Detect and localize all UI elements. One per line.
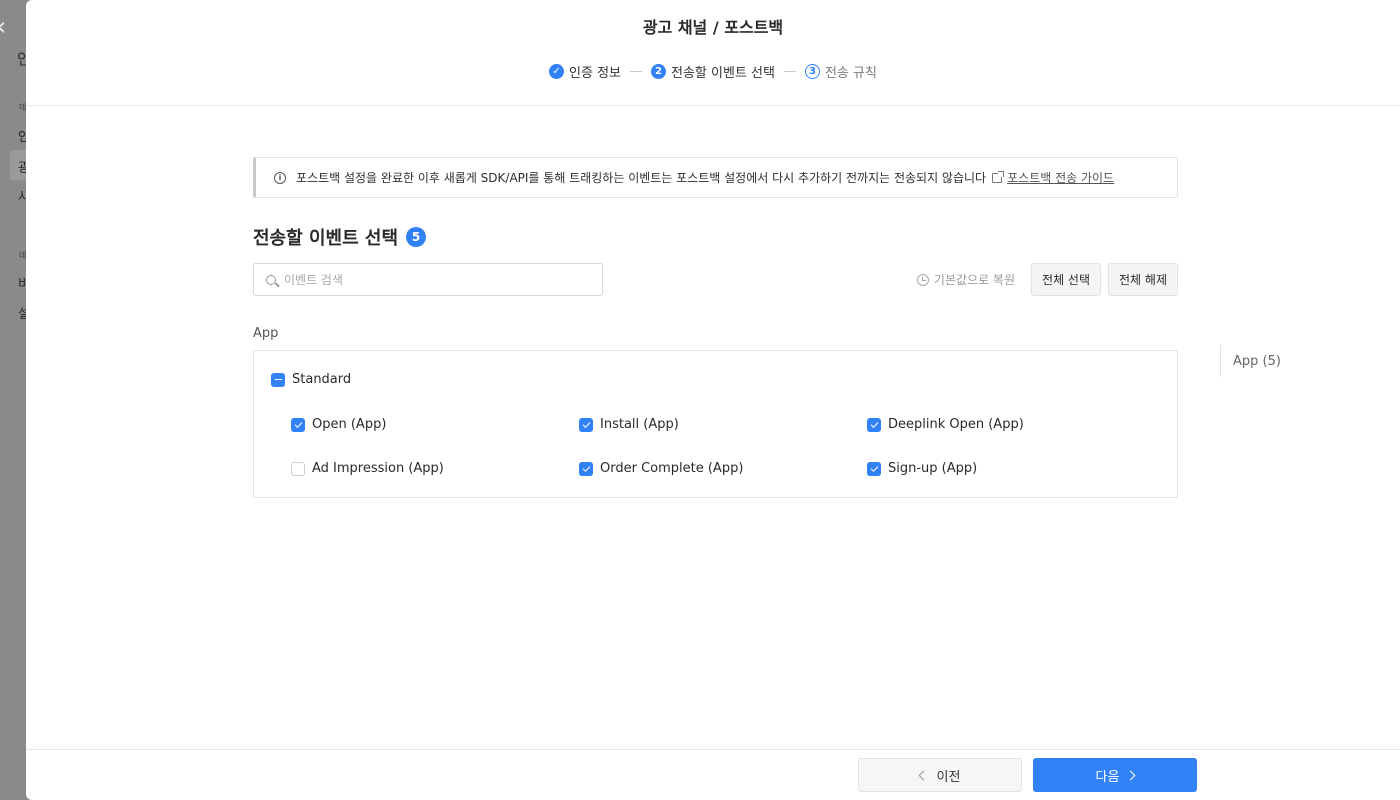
side-nav-label: App (5)	[1233, 353, 1281, 369]
event-label: Sign-up (App)	[888, 461, 978, 476]
drawer-footer: 이전 다음	[26, 749, 1400, 800]
restore-label: 기본값으로 복원	[933, 273, 1016, 287]
previous-label: 이전	[936, 769, 961, 785]
event-option[interactable]: Ad Impression (App)	[291, 461, 444, 476]
checkbox-checked[interactable]	[867, 417, 881, 432]
event-label: Open (App)	[312, 417, 387, 432]
guide-link-label: 포스트백 전송 가이드	[1007, 171, 1115, 185]
checkbox-checked[interactable]	[867, 461, 881, 476]
step-label: 전송 규칙	[824, 66, 877, 81]
step-auth-info[interactable]: ✓ 인증 정보	[549, 62, 621, 81]
stepper: ✓ 인증 정보 2 전송할 이벤트 선택 3 전송 규칙	[26, 62, 1400, 81]
deselect-all-button[interactable]: 전체 해제	[1108, 263, 1178, 296]
back-chevron-icon: ‹	[0, 14, 6, 40]
event-toolbar: 기본값으로 복원 전체 선택 전체 해제	[253, 263, 1178, 296]
event-label: Install (App)	[600, 417, 679, 432]
selected-count-badge: 5	[406, 227, 427, 247]
indeterminate-checkbox[interactable]	[271, 372, 285, 387]
checkbox-unchecked[interactable]	[291, 461, 305, 476]
drawer-title: 광고 채널 / 포스트백	[642, 18, 784, 37]
checkbox-checked[interactable]	[579, 461, 593, 476]
search-box[interactable]	[253, 263, 603, 296]
drawer-header: 광고 채널 / 포스트백 ✓ 인증 정보 2 전송할 이벤트 선택 3 전송 규…	[26, 0, 1400, 106]
step-number-icon: 3	[804, 64, 820, 79]
step-label: 전송할 이벤트 선택	[671, 66, 775, 81]
checkbox-checked[interactable]	[579, 417, 593, 432]
check-circle-icon: ✓	[549, 64, 565, 79]
category-label: Standard	[292, 372, 352, 387]
event-label: Order Complete (App)	[600, 461, 744, 476]
postback-guide-link[interactable]: 포스트백 전송 가이드	[992, 169, 1114, 186]
side-nav-app[interactable]: App (5)	[1220, 345, 1281, 377]
event-option[interactable]: Install (App)	[579, 417, 679, 432]
select-all-button[interactable]: 전체 선택	[1031, 263, 1102, 296]
notice-text: 포스트백 설정을 완료한 이후 새롭게 SDK/API를 통해 트래킹하는 이벤…	[296, 171, 987, 185]
search-icon	[266, 274, 276, 285]
chevron-right-icon	[1126, 770, 1136, 780]
previous-button[interactable]: 이전	[858, 758, 1022, 792]
step-label: 인증 정보	[569, 66, 622, 81]
section-header: 전송할 이벤트 선택 5	[253, 224, 1178, 250]
category-standard[interactable]: Standard	[271, 372, 351, 387]
next-label: 다음	[1095, 769, 1120, 785]
external-link-icon	[992, 170, 1005, 183]
toolbar-actions: 기본값으로 복원 전체 선택 전체 해제	[916, 263, 1178, 296]
event-option[interactable]: Deeplink Open (App)	[867, 417, 1024, 432]
event-option[interactable]: Order Complete (App)	[579, 461, 743, 476]
main-content: i 포스트백 설정을 완료한 이후 새롭게 SDK/API를 통해 트래킹하는 …	[253, 157, 1178, 498]
group-label: App	[253, 326, 279, 341]
step-transfer-rules[interactable]: 3 전송 규칙	[804, 62, 877, 81]
section-title: 전송할 이벤트 선택	[253, 228, 399, 249]
event-group-box: Standard Open (App) Install (App) Deepli…	[253, 350, 1178, 498]
event-option[interactable]: Open (App)	[291, 417, 386, 432]
info-icon: i	[274, 171, 286, 184]
step-select-events[interactable]: 2 전송할 이벤트 선택	[651, 62, 775, 81]
next-button[interactable]: 다음	[1033, 758, 1197, 792]
notice-banner: i 포스트백 설정을 완료한 이후 새롭게 SDK/API를 통해 트래킹하는 …	[253, 157, 1178, 198]
event-search-input[interactable]	[284, 272, 584, 287]
event-label: Deeplink Open (App)	[888, 417, 1024, 432]
restore-defaults-button[interactable]: 기본값으로 복원	[916, 271, 1016, 288]
event-label: Ad Impression (App)	[312, 461, 444, 476]
chevron-left-icon	[918, 770, 928, 780]
event-option[interactable]: Sign-up (App)	[867, 461, 977, 476]
step-divider	[630, 71, 643, 72]
checkbox-checked[interactable]	[291, 417, 305, 432]
step-divider	[783, 71, 796, 72]
step-number-icon: 2	[651, 64, 667, 79]
history-icon	[916, 273, 929, 286]
postback-drawer: 광고 채널 / 포스트백 ✓ 인증 정보 2 전송할 이벤트 선택 3 전송 규…	[26, 0, 1400, 800]
